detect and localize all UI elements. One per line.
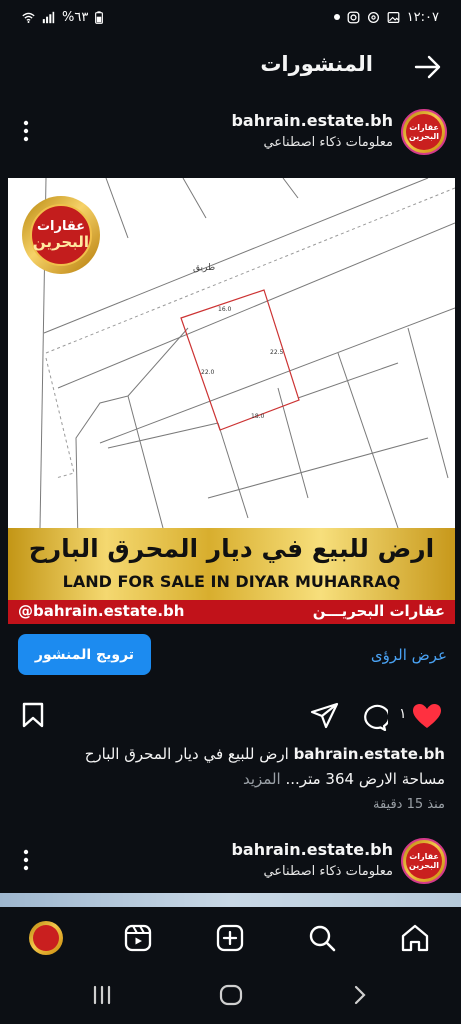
post-header: عقارات البحرين bahrain.estate.bh معلومات… xyxy=(0,109,461,169)
battery-percent: %٦٣ xyxy=(62,9,89,25)
home-circle-icon[interactable] xyxy=(219,983,243,1007)
post-timestamp: منذ 15 دقيقة xyxy=(373,797,445,812)
nav-profile[interactable] xyxy=(29,921,63,955)
avatar[interactable]: عقارات البحرين xyxy=(401,838,447,884)
headline-banner: ارض للبيع في ديار المحرق البارح LAND FOR… xyxy=(8,528,455,600)
caption-more-link[interactable]: المزيد xyxy=(243,770,286,788)
comment-icon[interactable] xyxy=(358,703,388,731)
logo-text: عقارات xyxy=(36,219,86,234)
post-caption[interactable]: bahrain.estate.bh ارض للبيع في ديار المح… xyxy=(15,742,445,792)
road-label: طريق xyxy=(193,263,215,273)
view-insights-link[interactable]: عرض الرؤى xyxy=(371,646,447,664)
avatar-text: البحرين xyxy=(409,861,439,870)
post-image[interactable]: طريق 16.0 18.0 22.0 22.5 عقارات البحرين … xyxy=(8,178,455,624)
clock: ١٢:٠٧ xyxy=(406,9,439,25)
threads-icon xyxy=(367,11,379,23)
post-subtitle[interactable]: معلومات ذكاء اصطناعي xyxy=(263,135,393,150)
brand-strip: @bahrain.estate.bh عقارات البحريـــن xyxy=(8,600,455,624)
home-icon xyxy=(401,924,429,952)
headline-english: LAND FOR SALE IN DIYAR MUHARRAQ xyxy=(62,572,401,591)
nav-reels[interactable] xyxy=(121,921,155,955)
back-chevron-icon[interactable] xyxy=(352,983,368,1007)
caption-line-2: مساحة الارض 364 متر... المزيد xyxy=(15,767,445,792)
notification-dot-icon xyxy=(333,14,340,20)
dimension-label: 18.0 xyxy=(251,413,265,420)
brand-text: عقارات البحريـــن xyxy=(312,602,445,620)
avatar-text: عقارات xyxy=(409,123,439,132)
logo-text: البحرين xyxy=(32,233,90,251)
app-header: المنشورات xyxy=(0,46,461,90)
reels-icon xyxy=(124,924,152,952)
caption-text: ارض للبيع في ديار المحرق البارح xyxy=(84,745,294,763)
create-icon xyxy=(216,924,244,952)
handle-text: @bahrain.estate.bh xyxy=(18,602,185,620)
dimension-label: 16.0 xyxy=(218,306,232,313)
avatar-text: عقارات xyxy=(409,852,439,861)
heart-filled-icon[interactable] xyxy=(412,703,442,729)
search-icon xyxy=(309,925,336,952)
post-subtitle[interactable]: معلومات ذكاء اصطناعي xyxy=(263,864,393,879)
dimension-label: 22.5 xyxy=(270,349,284,356)
avatar-logo: عقارات البحرين xyxy=(406,114,442,150)
post-username[interactable]: bahrain.estate.bh xyxy=(231,111,393,130)
brand-logo: عقارات البحرين xyxy=(22,196,100,274)
more-vertical-icon[interactable] xyxy=(18,848,34,872)
status-left: %٦٣ xyxy=(22,9,104,25)
gallery-icon xyxy=(387,11,400,23)
status-right: ١٢:٠٧ xyxy=(333,9,439,25)
caption-username[interactable]: bahrain.estate.bh xyxy=(294,745,445,763)
status-bar: %٦٣ ١٢:٠٧ xyxy=(0,0,461,34)
headline-arabic: ارض للبيع في ديار المحرق البارح xyxy=(28,534,435,563)
profile-avatar xyxy=(29,921,63,955)
caption-line-1: bahrain.estate.bh ارض للبيع في ديار المح… xyxy=(15,742,445,767)
signal-icon xyxy=(42,11,55,23)
battery-icon xyxy=(95,10,104,24)
wifi-icon xyxy=(22,12,35,23)
nav-search[interactable] xyxy=(305,921,339,955)
dimension-label: 22.0 xyxy=(201,369,215,376)
instagram-icon xyxy=(347,11,360,23)
page-title: المنشورات xyxy=(260,52,373,76)
bookmark-icon[interactable] xyxy=(21,702,45,728)
profile-avatar-core xyxy=(33,925,59,951)
nav-create[interactable] xyxy=(213,921,247,955)
like-count[interactable]: ١ xyxy=(399,706,407,722)
next-post-image-peek[interactable] xyxy=(0,893,461,907)
send-icon[interactable] xyxy=(310,702,340,730)
caption-text: مساحة الارض 364 متر... xyxy=(285,770,446,788)
arrow-right-icon[interactable] xyxy=(413,54,443,80)
nav-home[interactable] xyxy=(398,921,432,955)
recents-icon[interactable] xyxy=(90,983,114,1007)
avatar-logo: عقارات البحرين xyxy=(406,843,442,879)
system-nav-bar xyxy=(0,969,461,1024)
avatar[interactable]: عقارات البحرين xyxy=(401,109,447,155)
post-header: عقارات البحرين bahrain.estate.bh معلومات… xyxy=(0,838,461,898)
bottom-nav xyxy=(0,907,461,969)
post-username[interactable]: bahrain.estate.bh xyxy=(231,840,393,859)
more-vertical-icon[interactable] xyxy=(18,119,34,143)
avatar-text: البحرين xyxy=(409,132,439,141)
brand-logo-core: عقارات البحرين xyxy=(30,204,92,266)
promote-post-button[interactable]: ترويج المنشور xyxy=(18,634,151,675)
